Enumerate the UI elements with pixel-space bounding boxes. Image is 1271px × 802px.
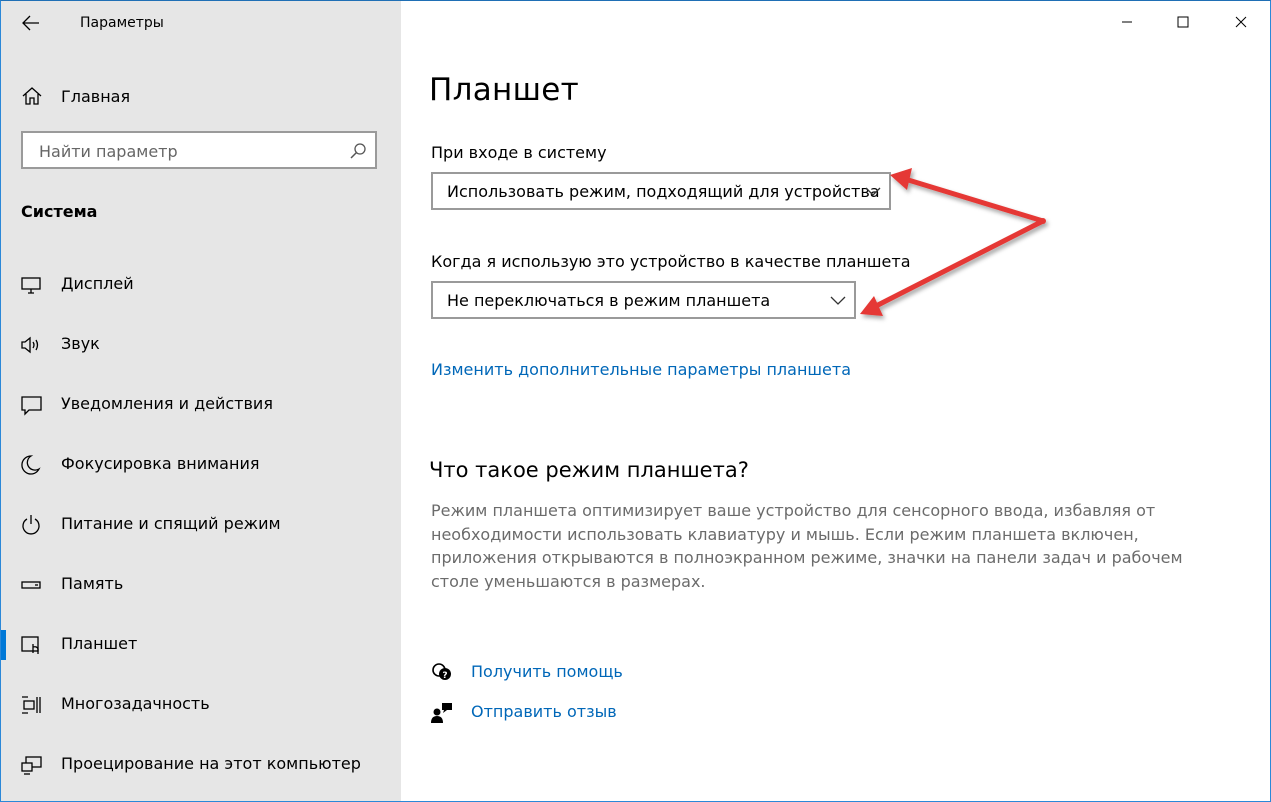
page-title: Планшет — [429, 72, 579, 108]
active-indicator — [1, 630, 6, 660]
sidebar-item-label: Память — [61, 574, 124, 593]
sidebar-item-multitasking[interactable]: Многозадачность — [1, 682, 401, 726]
sidebar-item-sound[interactable]: Звук — [1, 322, 401, 366]
tablet-use-label: Когда я использую это устройство в качес… — [431, 252, 911, 271]
about-title: Что такое режим планшета? — [429, 458, 749, 482]
maximize-icon — [1177, 16, 1189, 28]
sidebar-item-storage[interactable]: Память — [1, 562, 401, 606]
signin-mode-value: Использовать режим, подходящий для устро… — [447, 182, 880, 201]
tablet-use-value: Не переключаться в режим планшета — [447, 291, 771, 310]
sidebar: Параметры Главная Система Дисплей Звук У… — [1, 1, 401, 801]
search-input[interactable] — [37, 141, 341, 162]
sidebar-home[interactable]: Главная — [1, 79, 401, 113]
close-button[interactable] — [1218, 5, 1264, 39]
sidebar-item-display[interactable]: Дисплей — [1, 262, 401, 306]
sidebar-item-label: Фокусировка внимания — [61, 454, 260, 473]
speaker-icon — [21, 336, 39, 354]
display-icon — [21, 277, 41, 294]
about-text: Режим планшета оптимизирует ваше устройс… — [431, 501, 1183, 591]
maximize-button[interactable] — [1160, 5, 1206, 39]
power-icon — [22, 515, 40, 535]
section-title: Система — [21, 202, 98, 221]
app-title: Параметры — [80, 15, 164, 31]
search-icon — [350, 143, 366, 159]
tablet-use-dropdown[interactable]: Не переключаться в режим планшета — [431, 281, 856, 319]
back-button[interactable] — [15, 9, 47, 37]
feedback-person-icon — [431, 703, 452, 723]
close-icon — [1235, 16, 1247, 28]
multitasking-icon — [22, 696, 41, 714]
help-chat-icon: ? — [432, 663, 451, 681]
projecting-icon — [21, 756, 42, 775]
tablet-icon — [21, 636, 39, 654]
minimize-icon — [1122, 21, 1132, 23]
signin-label: При входе в систему — [431, 143, 607, 162]
sidebar-item-label: Уведомления и действия — [61, 394, 273, 413]
sidebar-item-label: Планшет — [61, 634, 138, 653]
sidebar-item-tablet[interactable]: Планшет — [1, 622, 401, 666]
advanced-tablet-settings-link[interactable]: Изменить дополнительные параметры планше… — [431, 360, 851, 379]
signin-mode-dropdown[interactable]: Использовать режим, подходящий для устро… — [431, 172, 891, 210]
home-icon — [22, 87, 42, 105]
sidebar-item-projecting[interactable]: Проецирование на этот компьютер — [1, 742, 401, 786]
storage-icon — [21, 581, 41, 589]
sidebar-item-label: Дисплей — [61, 274, 134, 293]
minimize-button[interactable] — [1104, 5, 1150, 39]
notification-icon — [21, 396, 42, 416]
chevron-down-icon — [830, 296, 846, 305]
sidebar-home-label: Главная — [61, 87, 131, 106]
sidebar-item-label: Многозадачность — [61, 694, 210, 713]
sidebar-item-power[interactable]: Питание и спящий режим — [1, 502, 401, 546]
sidebar-item-label: Питание и спящий режим — [61, 514, 281, 533]
back-arrow-icon — [22, 15, 39, 31]
sidebar-item-notifications[interactable]: Уведомления и действия — [1, 382, 401, 426]
sidebar-item-focus-assist[interactable]: Фокусировка внимания — [1, 442, 401, 486]
sidebar-item-label: Звук — [61, 334, 100, 353]
get-help-link[interactable]: Получить помощь — [471, 662, 623, 681]
moon-icon — [21, 455, 41, 475]
chevron-down-icon — [865, 187, 881, 196]
svg-text:?: ? — [442, 671, 447, 681]
sidebar-item-label: Проецирование на этот компьютер — [61, 754, 361, 773]
send-feedback-link[interactable]: Отправить отзыв — [471, 702, 617, 721]
search-box[interactable] — [21, 131, 377, 169]
